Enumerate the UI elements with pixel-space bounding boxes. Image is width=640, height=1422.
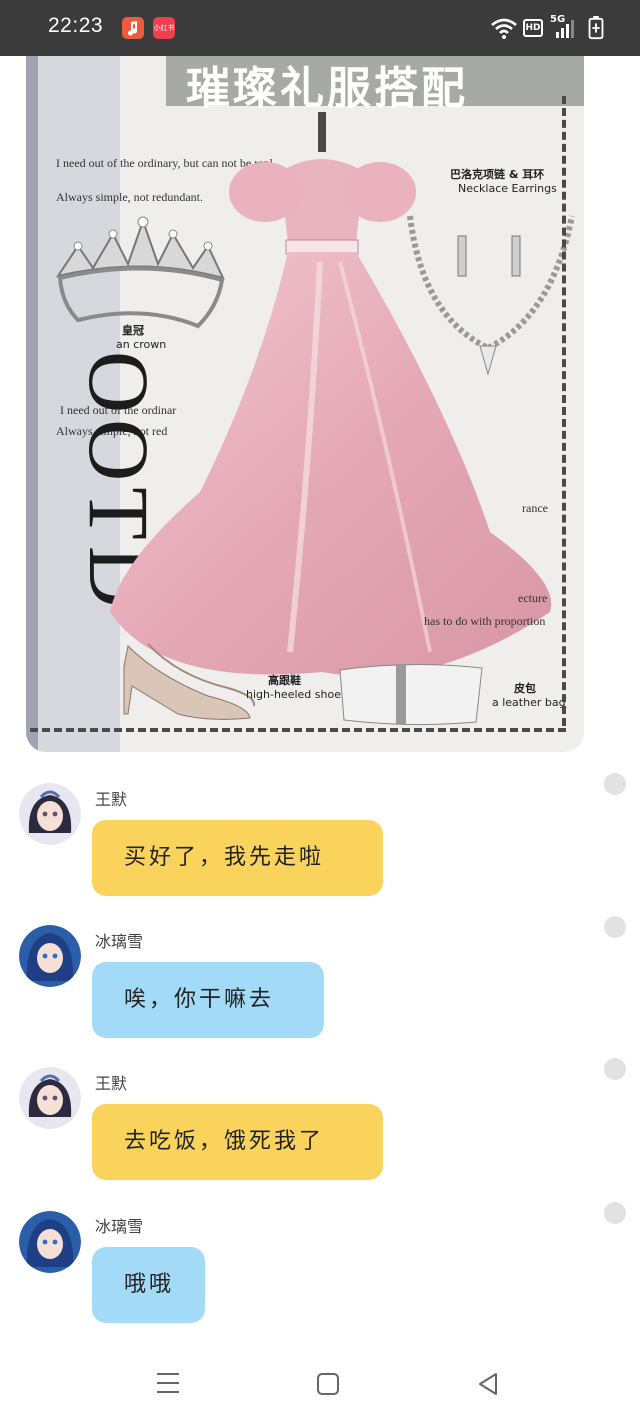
binglixue-avatar[interactable] [19, 925, 81, 987]
hd-badge: HD [523, 19, 543, 37]
sender-name: 冰璃雪 [95, 932, 144, 951]
message-select-dot[interactable] [604, 1202, 626, 1224]
shared-image[interactable]: 璀璨礼服搭配 I need out of the ordinary, but c… [26, 56, 584, 752]
xiaohongshu-app-icon: 小红书 [153, 17, 175, 39]
bag-label-en: a leather bag [492, 696, 566, 709]
music-app-icon [122, 17, 144, 39]
heels-illustration [123, 643, 256, 720]
sender-name: 王默 [95, 1074, 128, 1093]
image-title: 璀璨礼服搭配 [186, 63, 468, 114]
image-right-text-2: ecture [518, 591, 548, 605]
back-icon[interactable] [474, 1370, 502, 1398]
message-select-dot[interactable] [604, 1058, 626, 1080]
message-select-dot[interactable] [604, 773, 626, 795]
clock: 22:23 [48, 14, 104, 37]
image-right-text-1: rance [522, 501, 548, 515]
wangmo-avatar[interactable] [19, 1067, 81, 1129]
heels-label-en: high-heeled shoes [246, 688, 347, 701]
navigation-bar [0, 1344, 640, 1422]
image-right-text-3: has to do with proportion [424, 614, 546, 628]
message-select-dot[interactable] [604, 916, 626, 938]
battery-icon [588, 16, 604, 40]
message-bubble[interactable]: 买好了，我先走啦 [92, 820, 383, 896]
image-left-strip [26, 56, 38, 752]
sender-name: 王默 [95, 790, 128, 809]
dress-illustration [110, 112, 552, 676]
image-dashed-border-right [562, 96, 566, 726]
heels-label-cn: 高跟鞋 [268, 674, 301, 687]
wangmo-avatar[interactable] [19, 783, 81, 845]
wifi-icon [491, 18, 517, 39]
message-bubble[interactable]: 唉，你干嘛去 [92, 962, 324, 1038]
signal-icon [556, 20, 574, 38]
message-bubble[interactable]: 去吃饭，饿死我了 [92, 1104, 383, 1180]
image-dashed-border-bottom [30, 728, 566, 732]
menu-icon[interactable] [154, 1370, 182, 1396]
message-bubble[interactable]: 哦哦 [92, 1247, 205, 1323]
status-bar: 22:23 小红书 HD 5G [0, 0, 640, 56]
bag-label-cn: 皮包 [514, 682, 536, 695]
home-icon[interactable] [314, 1370, 342, 1398]
binglixue-avatar[interactable] [19, 1211, 81, 1273]
sender-name: 冰璃雪 [95, 1217, 144, 1236]
bag-illustration [339, 663, 483, 726]
